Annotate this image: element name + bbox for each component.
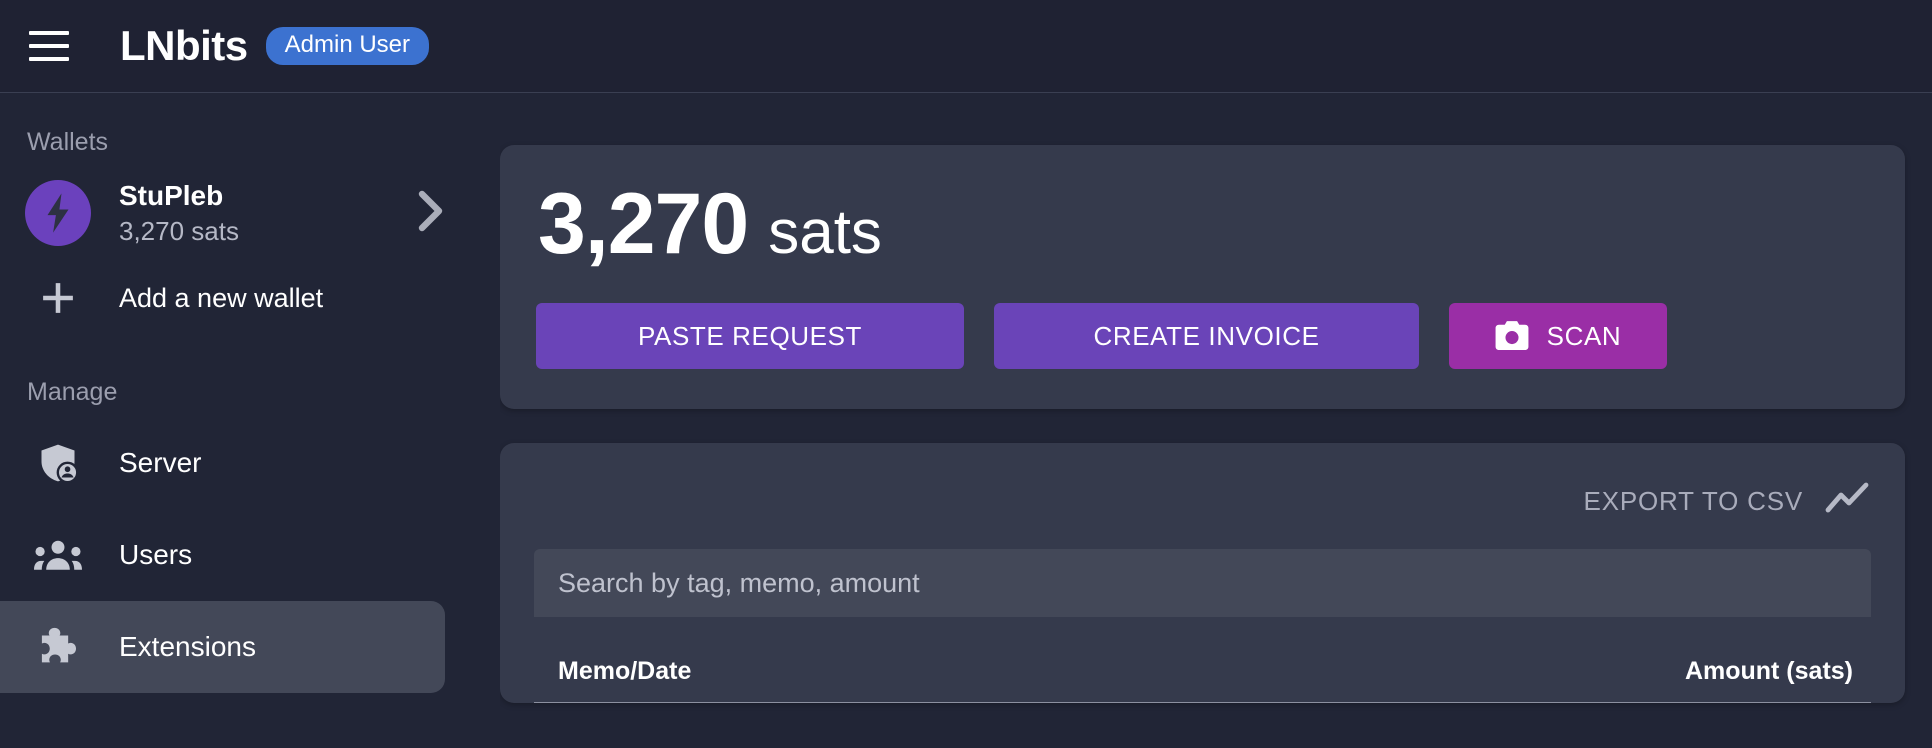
camera-icon <box>1495 321 1529 351</box>
admin-user-badge: Admin User <box>266 27 429 65</box>
sidebar-item-add-wallet[interactable]: Add a new wallet <box>0 259 500 337</box>
puzzle-piece-icon <box>25 624 91 670</box>
sidebar-section-manage: Manage <box>0 365 500 417</box>
add-wallet-label: Add a new wallet <box>119 283 323 314</box>
paste-request-button[interactable]: PASTE REQUEST <box>536 303 964 369</box>
balance-amount: 3,270 <box>538 181 748 267</box>
sidebar-item-extensions[interactable]: Extensions <box>0 601 445 693</box>
sidebar-item-users[interactable]: Users <box>0 509 445 601</box>
wallet-actions: PASTE REQUEST CREATE INVOICE SCAN <box>536 303 1869 369</box>
hamburger-menu-icon[interactable] <box>26 23 72 69</box>
balance-display: 3,270 sats <box>536 181 1869 267</box>
sidebar-spacer <box>0 337 500 365</box>
wallet-balance-card: 3,270 sats PASTE REQUEST CREATE INVOICE … <box>500 145 1905 409</box>
transactions-table: Memo/Date Amount (sats) <box>534 657 1871 703</box>
sidebar-item-wallet-stupleb[interactable]: StuPleb 3,270 sats <box>0 167 500 259</box>
table-header-row: Memo/Date Amount (sats) <box>534 657 1871 703</box>
wallet-info: StuPleb 3,270 sats <box>119 179 418 248</box>
balance-unit: sats <box>768 202 882 264</box>
create-invoice-button[interactable]: CREATE INVOICE <box>994 303 1419 369</box>
lightning-bolt-icon <box>41 192 75 234</box>
sidebar-item-label: Server <box>119 447 201 479</box>
people-group-icon <box>25 538 91 572</box>
scan-button-label: SCAN <box>1547 323 1622 349</box>
shield-person-icon <box>25 441 91 485</box>
lnbits-app-window: LNbits Admin User Wallets StuPleb 3,270 … <box>0 0 1932 748</box>
transactions-card: EXPORT TO CSV Memo/Date Amount (sats) <box>500 443 1905 703</box>
wallet-name: StuPleb <box>119 179 418 213</box>
wallet-balance: 3,270 sats <box>119 215 418 248</box>
export-to-csv-button[interactable]: EXPORT TO CSV <box>1584 486 1803 517</box>
search-input[interactable] <box>558 568 1847 599</box>
sidebar-item-server[interactable]: Server <box>0 417 445 509</box>
column-header-memo-date[interactable]: Memo/Date <box>558 657 691 686</box>
avatar <box>25 180 91 246</box>
trending-up-chart-icon[interactable] <box>1825 481 1869 522</box>
transactions-toolbar: EXPORT TO CSV <box>534 471 1871 531</box>
scan-button[interactable]: SCAN <box>1449 303 1667 369</box>
app-brand-title: LNbits <box>120 25 248 67</box>
sidebar-section-wallets: Wallets <box>0 115 500 167</box>
transactions-search-box[interactable] <box>534 549 1871 617</box>
sidebar-item-label: Extensions <box>119 631 256 663</box>
sidebar-drawer: Wallets StuPleb 3,270 sats <box>0 93 500 748</box>
main-content: 3,270 sats PASTE REQUEST CREATE INVOICE … <box>500 93 1932 748</box>
column-header-amount[interactable]: Amount (sats) <box>1685 657 1853 686</box>
app-header: LNbits Admin User <box>0 0 1932 93</box>
plus-icon <box>25 277 91 319</box>
chevron-right-icon[interactable] <box>418 190 444 237</box>
sidebar-item-label: Users <box>119 539 192 571</box>
